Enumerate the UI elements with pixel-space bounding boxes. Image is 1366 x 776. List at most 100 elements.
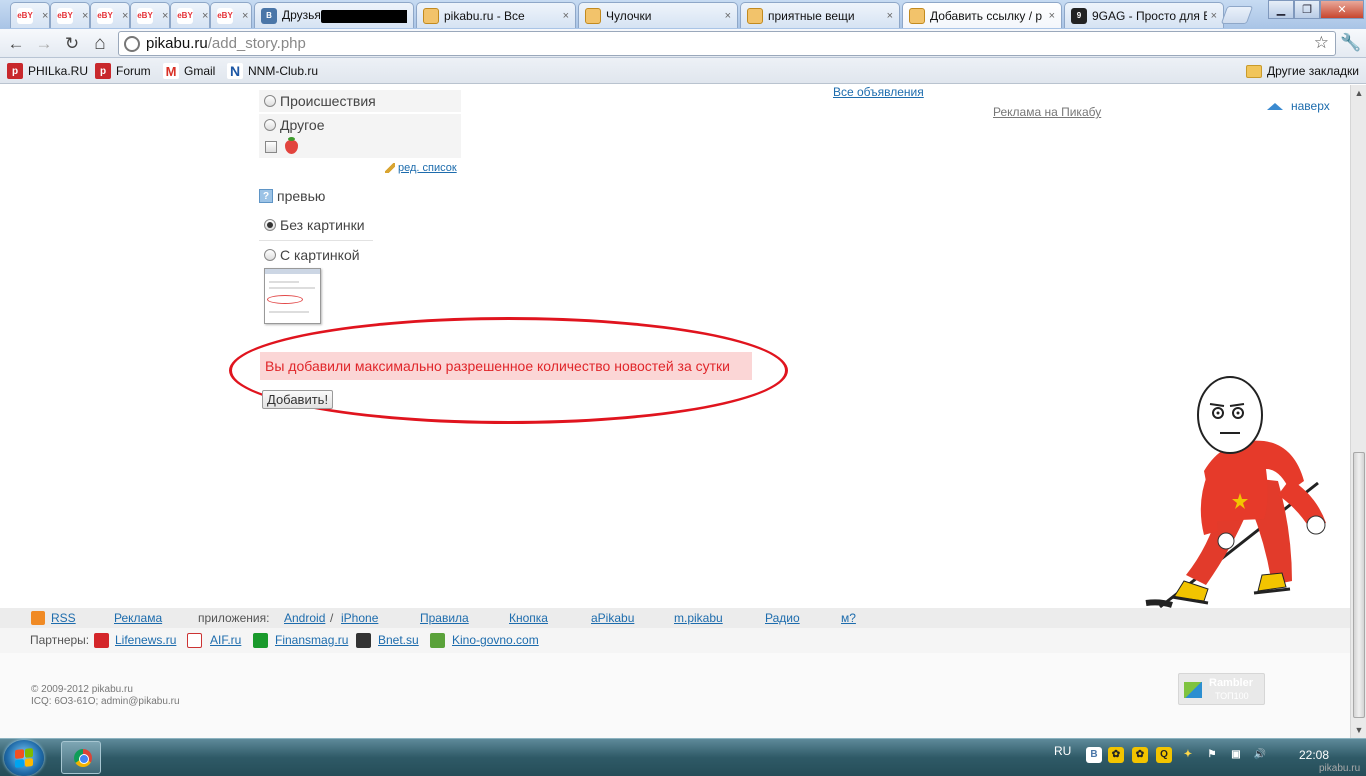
close-icon[interactable]: × bbox=[122, 10, 128, 22]
tab-stockings[interactable]: Чулочки × bbox=[578, 2, 738, 28]
scroll-down-icon[interactable]: ▼ bbox=[1351, 722, 1366, 738]
flag-tray-icon[interactable]: ⚑ bbox=[1204, 747, 1220, 763]
page-scrollbar[interactable]: ▲ ▼ bbox=[1350, 85, 1366, 738]
language-indicator[interactable]: RU bbox=[1054, 744, 1071, 758]
reload-button[interactable]: ↻ bbox=[61, 33, 83, 55]
advertise-link[interactable]: Реклама на Пикабу bbox=[993, 105, 1101, 119]
radio-icon[interactable] bbox=[264, 95, 276, 107]
close-icon[interactable]: × bbox=[202, 10, 208, 22]
other-bookmarks[interactable]: Другие закладки bbox=[1246, 62, 1359, 80]
checkbox[interactable] bbox=[265, 141, 277, 153]
close-window-button[interactable]: ✕ bbox=[1320, 0, 1364, 19]
rambler-top100-badge[interactable]: Rambler ТОП100 bbox=[1178, 673, 1265, 705]
taskbar-chrome[interactable] bbox=[61, 741, 101, 774]
category-strawberry[interactable] bbox=[259, 136, 461, 158]
forum-icon: p bbox=[95, 63, 111, 79]
bookmark-forum[interactable]: p Forum bbox=[95, 62, 151, 80]
radio-icon[interactable] bbox=[264, 249, 276, 261]
category-other[interactable]: Другое bbox=[259, 114, 461, 136]
url-host: pikabu.ru bbox=[146, 35, 208, 52]
footer-rules[interactable]: Правила bbox=[420, 611, 469, 625]
close-icon[interactable]: × bbox=[1049, 10, 1055, 22]
tab-nice-things[interactable]: приятные вещи × bbox=[740, 2, 900, 28]
globe-icon bbox=[124, 35, 140, 52]
category-incidents[interactable]: Происшествия bbox=[259, 90, 461, 112]
partner-lifenews[interactable]: Lifenews.ru bbox=[115, 633, 176, 647]
option-with-image[interactable]: С картинкой bbox=[259, 247, 360, 263]
pikabu-watermark: pikabu.ru bbox=[1319, 763, 1361, 774]
page-content: Происшествия Другое ред. список ? превью … bbox=[0, 85, 1350, 738]
submit-button[interactable]: Добавить! bbox=[262, 390, 334, 409]
bookmark-philka[interactable]: p PHILka.RU bbox=[7, 62, 88, 80]
tab-add-link[interactable]: Добавить ссылку / р × bbox=[902, 2, 1062, 28]
footer-advert[interactable]: Реклама bbox=[114, 611, 162, 625]
pikabu-icon bbox=[909, 7, 925, 24]
tab-ebay-1[interactable]: eBY × bbox=[10, 2, 50, 28]
tab-ebay-6[interactable]: eBY × bbox=[210, 2, 252, 28]
wrench-icon[interactable]: 🔧 bbox=[1340, 33, 1361, 53]
back-button[interactable]: ← bbox=[5, 33, 27, 55]
9gag-icon: 9 bbox=[1071, 7, 1087, 24]
edit-list[interactable]: ред. список bbox=[385, 162, 457, 174]
radio-icon[interactable] bbox=[264, 219, 276, 231]
close-icon[interactable]: × bbox=[82, 10, 88, 22]
all-ads-link[interactable]: Все объявления bbox=[833, 85, 924, 99]
start-button[interactable] bbox=[4, 740, 44, 776]
close-icon[interactable]: × bbox=[42, 10, 48, 22]
footer-android[interactable]: Android bbox=[284, 611, 325, 625]
radio-icon[interactable] bbox=[264, 119, 276, 131]
tab-ebay-5[interactable]: eBY × bbox=[170, 2, 210, 28]
footer-button[interactable]: Кнопка bbox=[509, 611, 548, 625]
minimize-button[interactable]: ▁ bbox=[1268, 0, 1294, 19]
close-icon[interactable]: × bbox=[563, 10, 569, 22]
preview-toggle[interactable]: ? превью bbox=[259, 188, 325, 204]
partner-bnet[interactable]: Bnet.su bbox=[378, 633, 419, 647]
home-button[interactable]: ⌂ bbox=[89, 33, 111, 55]
footer-m[interactable]: м? bbox=[841, 611, 856, 625]
tab-ebay-2[interactable]: eBY × bbox=[50, 2, 90, 28]
clock[interactable]: 22:08 bbox=[1299, 748, 1329, 762]
tab-9gag[interactable]: 9 9GAG - Просто для В × bbox=[1064, 2, 1224, 28]
footer-mpikabu[interactable]: m.pikabu bbox=[674, 611, 723, 625]
footer-radio[interactable]: Радио bbox=[765, 611, 800, 625]
ebay-icon: eBY bbox=[97, 7, 113, 24]
scroll-up-icon[interactable]: ▲ bbox=[1351, 85, 1366, 101]
partner-kino-govno[interactable]: Kino-govno.com bbox=[452, 633, 539, 647]
tab-vk-friends[interactable]: В Друзья bbox=[254, 2, 414, 28]
q-tray-icon[interactable]: Q bbox=[1156, 747, 1172, 763]
close-icon[interactable]: × bbox=[1211, 10, 1217, 22]
bookmark-star-icon[interactable]: ☆ bbox=[1314, 33, 1329, 53]
partner-aif[interactable]: AIF.ru bbox=[210, 633, 241, 647]
close-icon[interactable]: × bbox=[887, 10, 893, 22]
edit-list-link[interactable]: ред. список bbox=[398, 162, 457, 174]
tab-ebay-3[interactable]: eBY × bbox=[90, 2, 130, 28]
option-no-image[interactable]: Без картинки bbox=[259, 217, 365, 233]
wand-tray-icon[interactable]: ✦ bbox=[1180, 747, 1196, 763]
partner-finansmag[interactable]: Finansmag.ru bbox=[275, 633, 348, 647]
footer-iphone[interactable]: iPhone bbox=[341, 611, 378, 625]
forward-button[interactable]: → bbox=[33, 33, 55, 55]
address-bar[interactable]: pikabu.ru/add_story.php ☆ bbox=[118, 31, 1336, 56]
new-tab-button[interactable] bbox=[1220, 6, 1254, 24]
volume-tray-icon[interactable]: 🔊 bbox=[1252, 747, 1268, 763]
footer-apikabu[interactable]: aPikabu bbox=[591, 611, 634, 625]
partners-bar: Партнеры: Lifenews.ru AIF.ru Finansmag.r… bbox=[0, 628, 1350, 653]
network-tray-icon[interactable]: ▣ bbox=[1228, 747, 1244, 763]
close-icon[interactable]: × bbox=[725, 10, 731, 22]
footer-rss[interactable]: RSS bbox=[51, 611, 76, 625]
scrollbar-thumb[interactable] bbox=[1353, 452, 1365, 718]
ebay-icon: eBY bbox=[57, 7, 73, 24]
vk-tray-icon[interactable]: В bbox=[1086, 747, 1102, 763]
back-to-top[interactable]: наверх bbox=[1267, 99, 1330, 113]
paw2-tray-icon[interactable]: ✿ bbox=[1132, 747, 1148, 763]
close-icon[interactable]: × bbox=[162, 10, 168, 22]
tab-pikabu-all[interactable]: pikabu.ru - Все × bbox=[416, 2, 576, 28]
footer-bottom: © 2009-2012 pikabu.ru ICQ: 6O3-61O; admin… bbox=[0, 653, 1350, 738]
bookmark-gmail[interactable]: M Gmail bbox=[163, 62, 215, 80]
vk-icon: В bbox=[261, 7, 277, 24]
maximize-button[interactable]: ❐ bbox=[1294, 0, 1320, 19]
paw-tray-icon[interactable]: ✿ bbox=[1108, 747, 1124, 763]
close-icon[interactable]: × bbox=[242, 10, 248, 22]
tab-ebay-4[interactable]: eBY × bbox=[130, 2, 170, 28]
bookmark-nnm[interactable]: N NNM-Club.ru bbox=[227, 62, 318, 80]
